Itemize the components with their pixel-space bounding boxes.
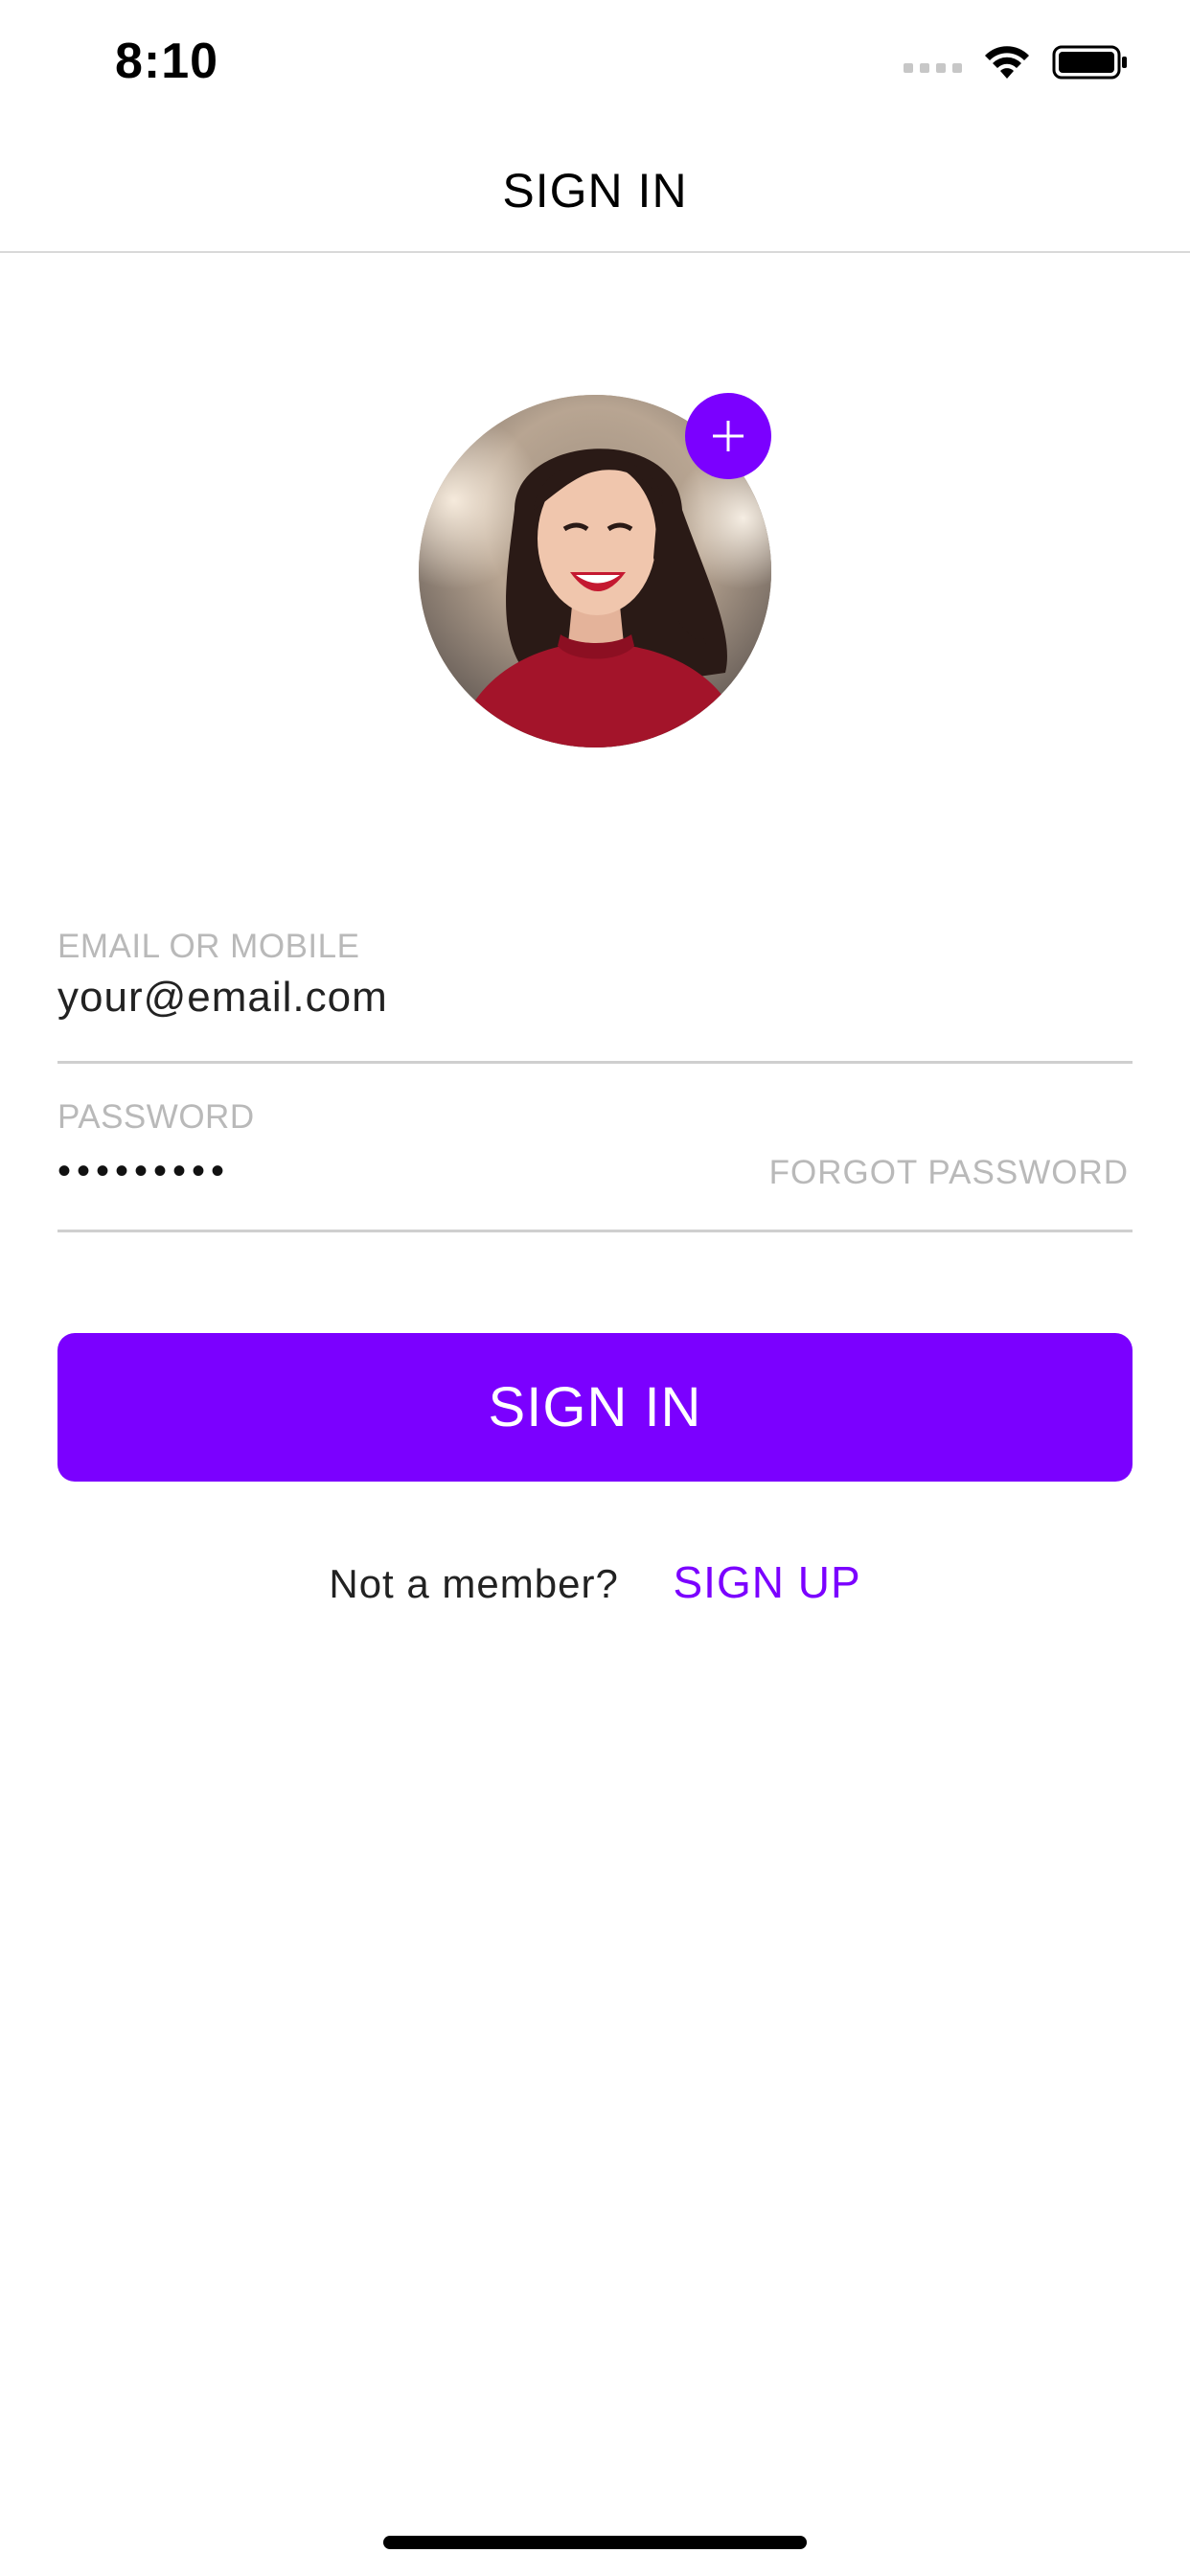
plus-icon bbox=[713, 421, 744, 451]
password-field[interactable]: PASSWORD ••••••••• FORGOT PASSWORD bbox=[57, 1091, 1133, 1232]
sign-up-prompt: Not a member? SIGN UP bbox=[0, 1556, 1190, 1608]
email-field[interactable]: EMAIL OR MOBILE your@email.com bbox=[57, 920, 1133, 1064]
status-bar: 8:10 bbox=[0, 0, 1190, 126]
status-time: 8:10 bbox=[115, 34, 219, 89]
navigation-bar: SIGN IN bbox=[0, 126, 1190, 253]
add-photo-button[interactable] bbox=[685, 393, 771, 479]
wifi-icon bbox=[985, 46, 1029, 79]
home-indicator[interactable] bbox=[383, 2536, 807, 2549]
email-field-label: EMAIL OR MOBILE bbox=[57, 928, 360, 965]
email-input[interactable]: your@email.com bbox=[57, 974, 388, 1022]
battery-icon bbox=[1052, 45, 1127, 80]
cellular-signal-icon bbox=[904, 63, 962, 73]
member-prompt-text: Not a member? bbox=[329, 1561, 619, 1606]
status-icons bbox=[904, 44, 1129, 80]
sign-up-link[interactable]: SIGN UP bbox=[673, 1557, 860, 1607]
forgot-password-link[interactable]: FORGOT PASSWORD bbox=[769, 1154, 1129, 1192]
profile-photo-area bbox=[419, 393, 771, 748]
password-input[interactable]: ••••••••• bbox=[57, 1150, 230, 1193]
sign-in-button[interactable]: SIGN IN bbox=[57, 1333, 1133, 1482]
password-field-label: PASSWORD bbox=[57, 1098, 255, 1136]
page-title: SIGN IN bbox=[502, 164, 688, 218]
